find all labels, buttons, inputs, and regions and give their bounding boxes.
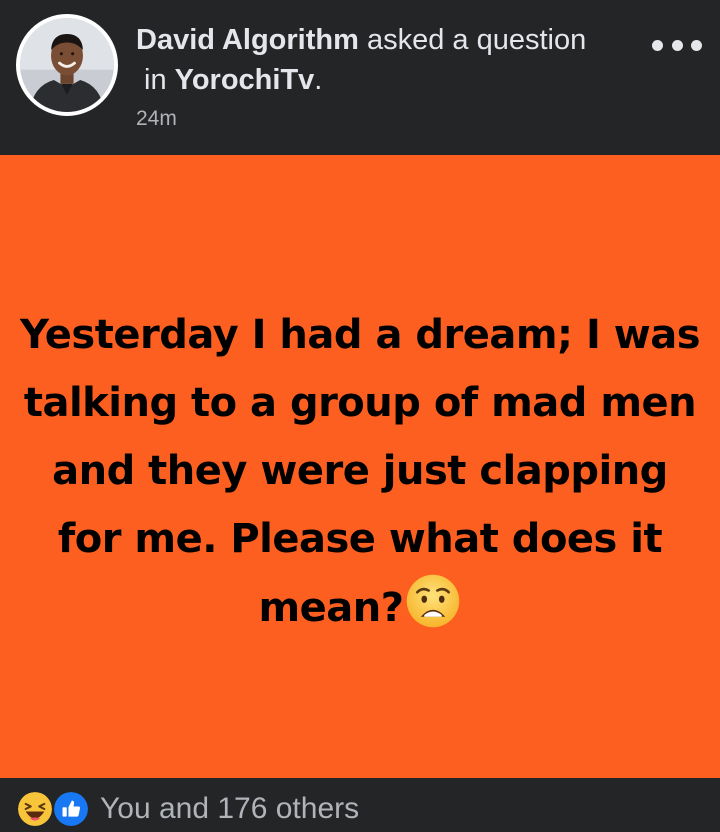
author-avatar[interactable] xyxy=(16,14,118,116)
post-footer: You and 176 others xyxy=(0,778,720,832)
header-line-1: David Algorithm asked a question xyxy=(136,20,646,60)
group-suffix: . xyxy=(314,64,323,96)
reaction-icons[interactable] xyxy=(16,790,96,828)
post-timestamp[interactable]: 24m xyxy=(136,106,177,132)
post-body: Yesterday I had a dream; I was talking t… xyxy=(0,155,720,778)
more-dot-icon xyxy=(691,39,702,51)
avatar-photo xyxy=(20,18,114,112)
post-card: David Algorithm asked a question in Yoro… xyxy=(0,0,720,832)
post-header: David Algorithm asked a question in Yoro… xyxy=(0,0,720,155)
header-line-2: in YorochiTv. xyxy=(136,60,646,100)
post-header-text: David Algorithm asked a question in Yoro… xyxy=(136,20,646,100)
group-name[interactable]: YorochiTv xyxy=(175,64,315,96)
like-reaction-icon xyxy=(52,790,90,828)
more-options-button[interactable] xyxy=(652,30,702,60)
more-dot-icon xyxy=(671,39,683,51)
in-prefix: in xyxy=(144,64,175,96)
more-dot-icon xyxy=(652,39,663,51)
reactions-summary[interactable]: You and 176 others xyxy=(100,790,359,828)
post-body-text: Yesterday I had a dream; I was talking t… xyxy=(20,312,701,631)
worried-face-emoji-icon xyxy=(405,573,461,629)
post-text-container: Yesterday I had a dream; I was talking t… xyxy=(15,301,705,642)
haha-reaction-icon xyxy=(16,790,54,828)
action-text: asked a question xyxy=(358,24,587,56)
author-name[interactable]: David Algorithm xyxy=(136,24,359,56)
